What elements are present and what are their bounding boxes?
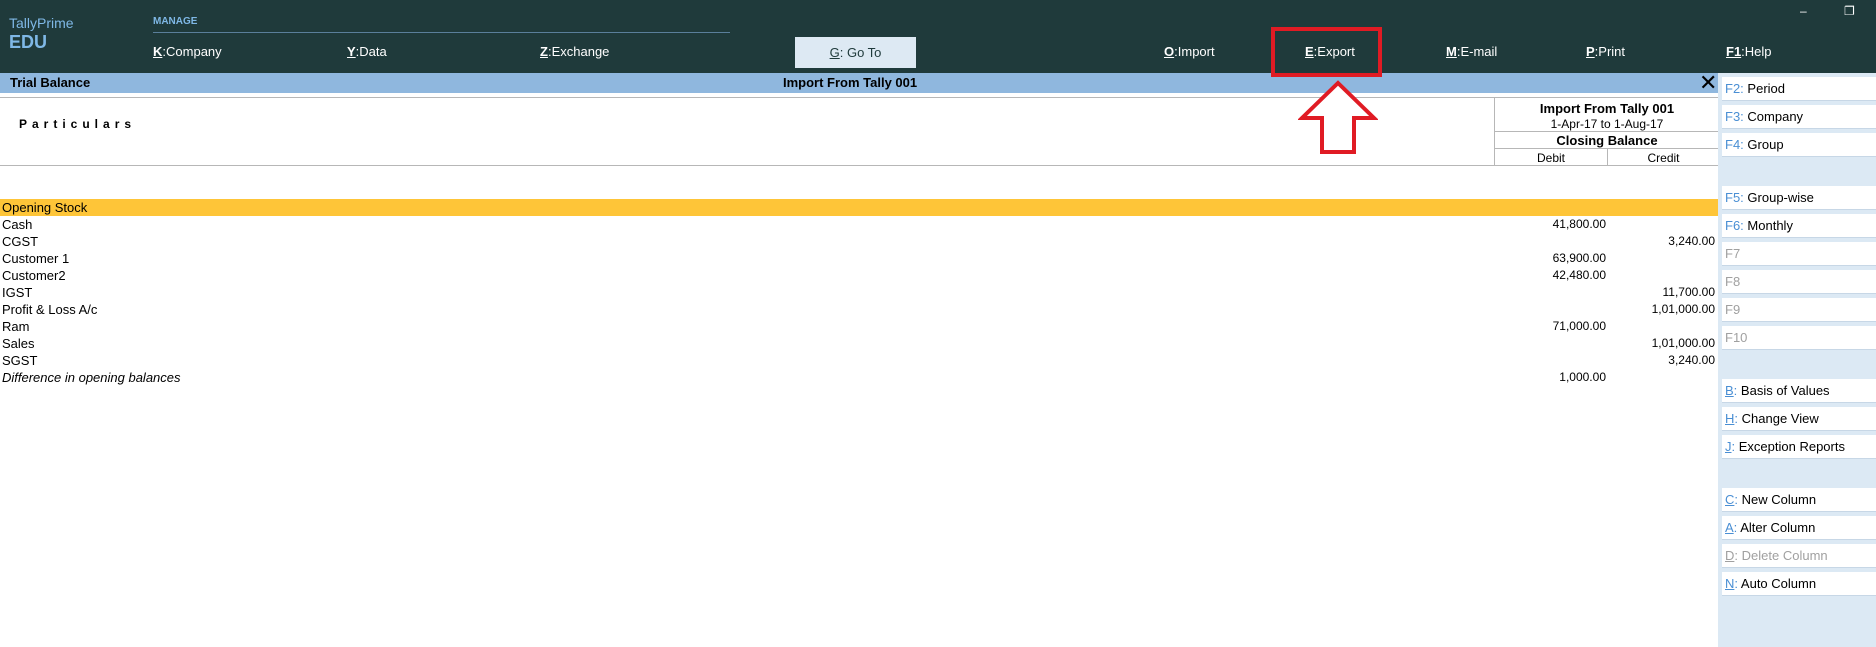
close-icon[interactable]: ✕: [1699, 72, 1717, 94]
period-button[interactable]: F2: Period: [1722, 77, 1876, 101]
header-top-rule: [0, 97, 1718, 98]
new-column-button[interactable]: C: New Column: [1722, 488, 1876, 512]
up-arrow-icon: [1298, 80, 1378, 154]
closing-balance-heading: Closing Balance: [1556, 133, 1658, 148]
header-bottom-rule: [0, 165, 1718, 166]
menu-help[interactable]: F1:Help: [1726, 44, 1772, 59]
table-row[interactable]: Cash 41,800.00: [0, 216, 1718, 233]
menu-exchange[interactable]: Z:Exchange: [540, 44, 609, 59]
brand-name: TallyPrime: [9, 15, 74, 31]
group-button[interactable]: F4: Group: [1722, 133, 1876, 157]
delete-column-button: D: Delete Column: [1722, 544, 1876, 568]
table-row[interactable]: Customer 1 63,900.00: [0, 250, 1718, 267]
company-title: Import From Tally 001: [783, 75, 918, 90]
menu-company[interactable]: K:Company: [153, 44, 222, 59]
menu-data[interactable]: Y:Data: [347, 44, 387, 59]
table-row[interactable]: IGST 11,700.00: [0, 284, 1718, 301]
credit-heading: Credit: [1647, 151, 1680, 165]
restore-icon[interactable]: ❐: [1844, 4, 1855, 18]
top-menu-bar: TallyPrime EDU MANAGE K:Company Y:Data Z…: [0, 0, 1876, 73]
group-wise-button[interactable]: F5: Group-wise: [1722, 186, 1876, 210]
report-title: Trial Balance: [10, 75, 91, 90]
change-view-button[interactable]: H: Change View: [1722, 407, 1876, 431]
minimize-icon[interactable]: ‒: [1800, 4, 1807, 18]
table-row[interactable]: Profit & Loss A/c 1,01,000.00: [0, 301, 1718, 318]
company-button[interactable]: F3: Company: [1722, 105, 1876, 129]
f7-button: F7: [1722, 242, 1876, 266]
manage-divider: [153, 32, 730, 33]
particulars-heading: Particulars: [19, 117, 137, 131]
column-header: Import From Tally 001 1-Apr-17 to 1-Aug-…: [1494, 98, 1719, 165]
table-row[interactable]: Ram 71,000.00: [0, 318, 1718, 335]
table-row[interactable]: SGST 3,240.00: [0, 352, 1718, 369]
column-company-name: Import From Tally 001: [1539, 101, 1675, 116]
column-divider: [1495, 131, 1719, 132]
manage-section-label: MANAGE: [153, 16, 198, 27]
exception-reports-button[interactable]: J: Exception Reports: [1722, 435, 1876, 459]
debit-heading: Debit: [1536, 151, 1565, 165]
f8-button: F8: [1722, 270, 1876, 294]
column-period: 1-Apr-17 to 1-Aug-17: [1550, 117, 1664, 131]
menu-print[interactable]: P:Print: [1586, 44, 1625, 59]
goto-button[interactable]: G: Go To: [795, 37, 916, 68]
table-row[interactable]: CGST 3,240.00: [0, 233, 1718, 250]
menu-import[interactable]: O:Import: [1164, 44, 1215, 59]
alter-column-button[interactable]: A: Alter Column: [1722, 516, 1876, 540]
table-row[interactable]: Sales 1,01,000.00: [0, 335, 1718, 352]
brand-edition: EDU: [9, 32, 48, 52]
export-highlight-box: [1271, 27, 1382, 77]
menu-email[interactable]: M:E-mail: [1446, 44, 1497, 59]
f10-button: F10: [1722, 326, 1876, 350]
report-title-bar: Trial Balance Import From Tally 001: [0, 73, 1718, 93]
table-row[interactable]: Opening Stock: [0, 199, 1718, 216]
table-row[interactable]: Customer2 42,480.00: [0, 267, 1718, 284]
basis-of-values-button[interactable]: B: Basis of Values: [1722, 379, 1876, 403]
table-row[interactable]: Difference in opening balances 1,000.00: [0, 369, 1718, 386]
f9-button: F9: [1722, 298, 1876, 322]
auto-column-button[interactable]: N: Auto Column: [1722, 572, 1876, 596]
monthly-button[interactable]: F6: Monthly: [1722, 214, 1876, 238]
